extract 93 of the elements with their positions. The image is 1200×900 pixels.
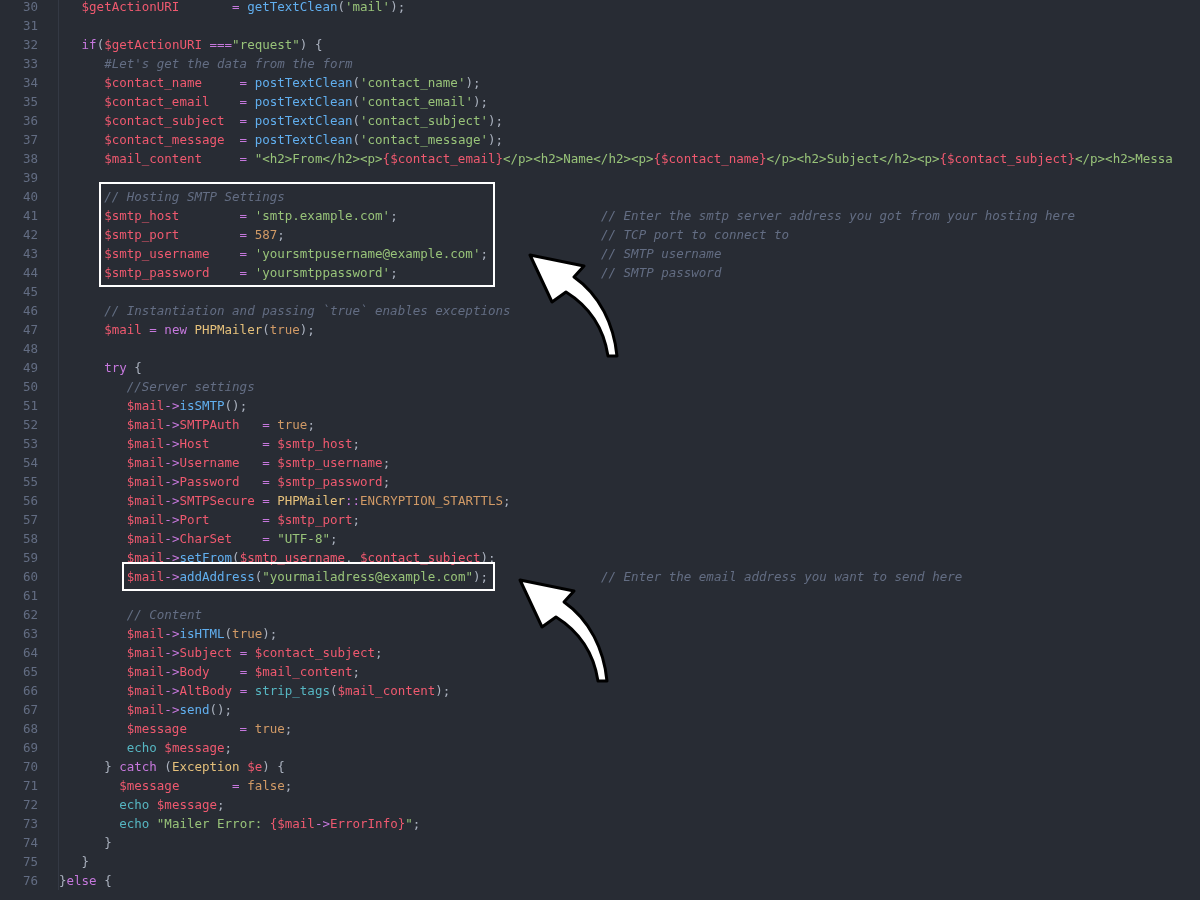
- code-line: $smtp_password = 'yoursmtppassword';: [104, 264, 398, 282]
- code-line: $mail->isSMTP();: [126, 397, 248, 415]
- code-line: }: [81, 853, 90, 871]
- line-number: 63: [21, 625, 39, 643]
- line-number: 43: [21, 245, 39, 263]
- line-number: 32: [21, 36, 39, 54]
- line-number: 54: [21, 454, 39, 472]
- line-number: 33: [21, 55, 39, 73]
- line-number: 57: [21, 511, 39, 529]
- line-number: 72: [21, 796, 39, 814]
- code-line: $mail->SMTPSecure = PHPMailer::ENCRYPTION_STARTTLS;: [126, 492, 511, 510]
- code-line: echo "Mailer Error: {$mail->ErrorInfo}";: [119, 815, 421, 833]
- line-number: 38: [21, 150, 39, 168]
- code-line: // Content: [126, 606, 202, 624]
- line-number: 53: [21, 435, 39, 453]
- line-number: 35: [21, 93, 39, 111]
- code-comment: // Enter the smtp server address you got from your hosting here: [601, 208, 1076, 223]
- code-line: //Server settings: [126, 378, 255, 396]
- code-line: $mail->Host = $smtp_host;: [126, 435, 361, 453]
- line-number: 34: [21, 74, 39, 92]
- code-line: $mail->addAddress("yourmailadress@example.com");: [126, 568, 488, 586]
- code-line: $mail->Subject = $contact_subject;: [126, 644, 383, 662]
- code-line: $mail_content = "<h2>From</h2><p>{$contact_email}</p><h2>Name</h2><p>{$contact_name}</p><h2>Subject</h2><p>{$contact_subject}</p><h2>Messa: [104, 150, 1173, 168]
- line-number: 68: [21, 720, 39, 738]
- code-line: $smtp_port = 587;: [104, 226, 285, 244]
- line-number: 46: [21, 302, 39, 320]
- code-line: $mail = new PHPMailer(true);: [104, 321, 315, 339]
- line-number: 65: [21, 663, 39, 681]
- code-comment: // TCP port to connect to: [601, 227, 790, 242]
- line-number: 50: [21, 378, 39, 396]
- line-number: 70: [21, 758, 39, 776]
- line-number: 31: [21, 17, 39, 35]
- code-line: try {: [104, 359, 142, 377]
- code-line: // Hosting SMTP Settings: [104, 188, 285, 206]
- line-number: 42: [21, 226, 39, 244]
- line-number: 76: [21, 872, 39, 890]
- line-number: 37: [21, 131, 39, 149]
- code-comment: // Enter the email address you want to send here: [601, 569, 963, 584]
- line-number: 52: [21, 416, 39, 434]
- code-line: } catch (Exception $e) {: [104, 758, 285, 776]
- code-line: echo $message;: [126, 739, 233, 757]
- code-line: $getActionURI = getTextClean('mail');: [81, 0, 406, 16]
- code-line: $mail->AltBody = strip_tags($mail_content);: [126, 682, 451, 700]
- code-comment: // SMTP username: [601, 246, 722, 261]
- code-line: $contact_subject = postTextClean('contact_subject');: [104, 112, 504, 130]
- code-line: $mail->Password = $smtp_password;: [126, 473, 391, 491]
- line-number: 44: [21, 264, 39, 282]
- code-line: $mail->SMTPAuth = true;: [126, 416, 315, 434]
- line-number: 61: [21, 587, 39, 605]
- code-line: $message = true;: [126, 720, 293, 738]
- code-line: }: [104, 834, 112, 852]
- line-number: 56: [21, 492, 39, 510]
- line-number: 39: [21, 169, 39, 187]
- line-number: 67: [21, 701, 39, 719]
- line-number: 41: [21, 207, 39, 225]
- code-line: $smtp_username = 'yoursmtpusername@example.com';: [104, 245, 488, 263]
- line-number: 69: [21, 739, 39, 757]
- code-line: // Instantiation and passing `true` enables exceptions: [104, 302, 511, 320]
- code-line: }else {: [59, 872, 112, 890]
- line-number: 58: [21, 530, 39, 548]
- line-number: 30: [21, 0, 39, 16]
- line-number: 40: [21, 188, 39, 206]
- code-line: $contact_email = postTextClean('contact_email');: [104, 93, 488, 111]
- code-line: $mail->isHTML(true);: [126, 625, 278, 643]
- line-number: 48: [21, 340, 39, 358]
- line-number: 59: [21, 549, 39, 567]
- code-line: $contact_name = postTextClean('contact_name');: [104, 74, 481, 92]
- line-number: 66: [21, 682, 39, 700]
- line-number: 47: [21, 321, 39, 339]
- line-number: 64: [21, 644, 39, 662]
- line-number: 60: [21, 568, 39, 586]
- code-line: $mail->Username = $smtp_username;: [126, 454, 391, 472]
- code-comment: // SMTP password: [601, 265, 722, 280]
- code-line: $mail->Port = $smtp_port;: [126, 511, 361, 529]
- line-number: 75: [21, 853, 39, 871]
- code-line: #Let's get the data from the form: [104, 55, 353, 73]
- code-line: $mail->send();: [126, 701, 233, 719]
- code-line: $smtp_host = 'smtp.example.com';: [104, 207, 398, 225]
- line-number: 55: [21, 473, 39, 491]
- line-number: 36: [21, 112, 39, 130]
- code-line: echo $message;: [119, 796, 225, 814]
- code-line: $message = false;: [119, 777, 293, 795]
- line-number: 71: [21, 777, 39, 795]
- line-number: 73: [21, 815, 39, 833]
- code-line: $mail->CharSet = "UTF-8";: [126, 530, 338, 548]
- code-line: $contact_message = postTextClean('contact_message');: [104, 131, 504, 149]
- line-number: 51: [21, 397, 39, 415]
- line-number: 45: [21, 283, 39, 301]
- code-line: if($getActionURI ==="request") {: [81, 36, 323, 54]
- line-number: 74: [21, 834, 39, 852]
- code-line: $mail->Body = $mail_content;: [126, 663, 361, 681]
- line-number: 62: [21, 606, 39, 624]
- line-number: 49: [21, 359, 39, 377]
